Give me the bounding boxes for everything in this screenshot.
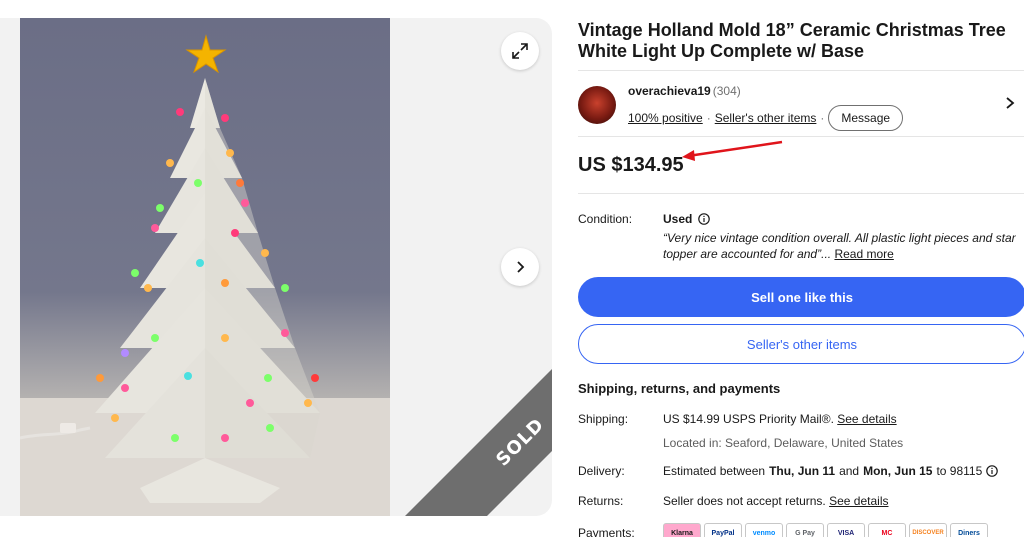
info-icon[interactable] — [698, 213, 711, 225]
shipping-value: US $14.99 USPS Priority Mail®. See detai… — [663, 412, 897, 426]
expand-icon — [512, 43, 528, 59]
venmo-icon: venmo — [745, 523, 783, 537]
klarna-icon: Klarna — [663, 523, 701, 537]
separator-dot: · — [706, 111, 711, 125]
chevron-right-icon — [517, 261, 525, 273]
divider — [578, 70, 1024, 71]
seller-other-items-link[interactable]: Seller's other items — [715, 111, 817, 125]
paypal-icon: PayPal — [704, 523, 742, 537]
payments-label: Payments: — [578, 526, 635, 537]
returns-label: Returns: — [578, 494, 624, 508]
chevron-right-icon[interactable] — [1004, 96, 1016, 110]
returns-text: Seller does not accept returns. — [663, 494, 826, 508]
sell-one-like-this-button[interactable]: Sell one like this — [578, 277, 1024, 317]
seller-card[interactable]: overachieva19 (304) 100% positive · Selle… — [578, 84, 1024, 131]
condition-quote: “Very nice vintage condition overall. Al… — [663, 230, 1023, 262]
annotation-arrow-icon — [682, 140, 783, 161]
info-icon[interactable] — [986, 465, 999, 477]
divider — [578, 193, 1024, 194]
item-location: Located in: Seaford, Delaware, United St… — [663, 436, 904, 450]
google-pay-icon: G Pay — [786, 523, 824, 537]
separator-dot: · — [820, 111, 825, 125]
divider — [578, 136, 1024, 137]
listing-details: Vintage Holland Mold 18” Ceramic Christm… — [578, 0, 1024, 537]
visa-icon: VISA — [827, 523, 865, 537]
delivery-prefix: Estimated between — [663, 464, 766, 478]
condition-value: Used — [663, 212, 711, 226]
seller-name[interactable]: overachieva19 — [628, 84, 711, 98]
seller-avatar[interactable] — [578, 86, 616, 124]
seller-meta: 100% positive · Seller's other items · M… — [628, 105, 904, 131]
next-image-button[interactable] — [501, 248, 539, 286]
shipping-see-details-link[interactable]: See details — [837, 412, 896, 426]
shipping-section-title: Shipping, returns, and payments — [578, 381, 781, 396]
delivery-and: and — [839, 464, 860, 478]
seller-name-line: overachieva19 (304) — [628, 84, 741, 98]
condition-label: Condition: — [578, 212, 633, 226]
diners-club-icon: Diners — [950, 523, 988, 537]
sellers-other-items-button[interactable]: Seller's other items — [578, 324, 1024, 364]
returns-value: Seller does not accept returns. See deta… — [663, 494, 888, 508]
discover-icon: DISCOVER — [909, 523, 947, 537]
condition-text: Used — [663, 212, 693, 226]
read-more-link[interactable]: Read more — [834, 247, 893, 261]
shipping-label: Shipping: — [578, 412, 629, 426]
delivery-label: Delivery: — [578, 464, 625, 478]
delivery-end-date: Mon, Jun 15 — [863, 464, 933, 478]
expand-image-button[interactable] — [501, 32, 539, 70]
mastercard-icon: MC — [868, 523, 906, 537]
seller-positive-link[interactable]: 100% positive — [628, 111, 703, 125]
listing-title: Vintage Holland Mold 18” Ceramic Christm… — [578, 20, 1006, 61]
delivery-start-date: Thu, Jun 11 — [769, 464, 836, 478]
ceramic-tree-image — [20, 34, 390, 516]
returns-see-details-link[interactable]: See details — [829, 494, 888, 508]
seller-feedback-count: (304) — [712, 84, 741, 98]
sold-label: SOLD — [491, 413, 549, 471]
delivery-value: Estimated between Thu, Jun 11 and Mon, J… — [663, 464, 999, 478]
product-photo[interactable] — [20, 18, 390, 516]
payment-methods: Klarna PayPal venmo G Pay VISA MC DISCOV… — [663, 523, 988, 537]
message-button[interactable]: Message — [828, 105, 904, 131]
delivery-suffix: to 98115 — [936, 464, 983, 478]
item-price: US $134.95 — [578, 154, 684, 176]
sold-ribbon: SOLD — [400, 322, 552, 516]
shipping-cost: US $14.99 USPS Priority Mail®. — [663, 412, 834, 426]
image-gallery: SOLD — [0, 18, 552, 516]
